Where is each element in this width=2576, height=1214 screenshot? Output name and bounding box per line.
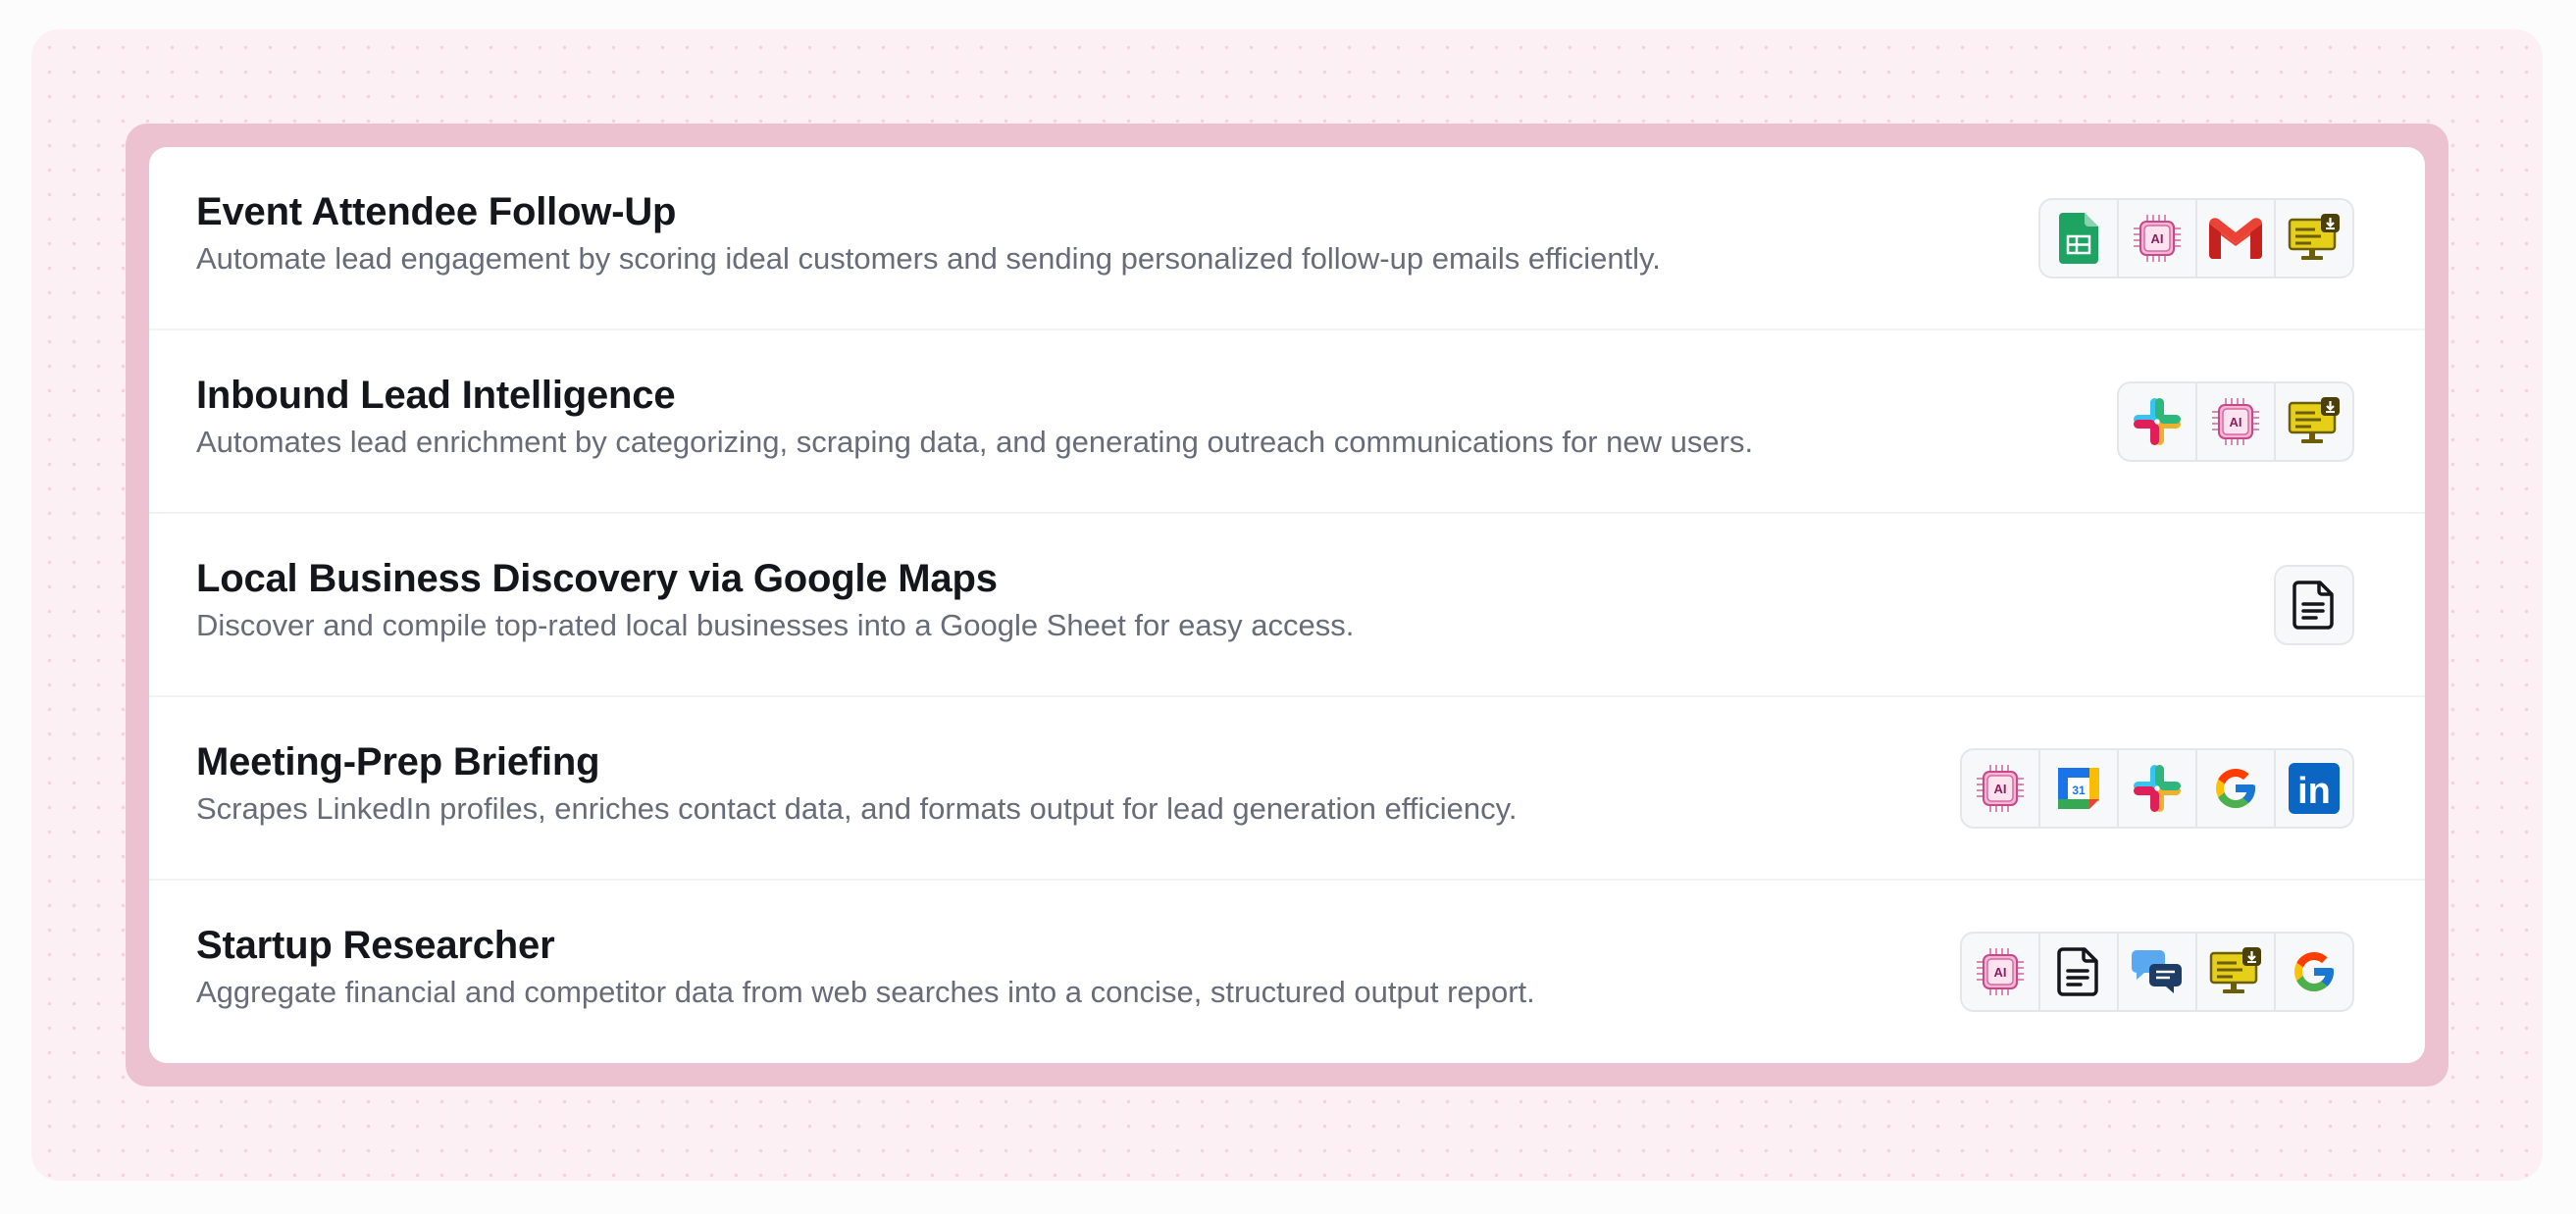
ai-chip-icon: AI <box>1962 934 2040 1010</box>
document-icon <box>2276 567 2352 643</box>
workflow-description: Discover and compile top-rated local bus… <box>196 608 1355 642</box>
integration-icons <box>2274 564 2354 645</box>
workflow-list: Event Attendee Follow-Up Automate lead e… <box>149 147 2425 1063</box>
integration-icons: AI <box>2038 197 2354 278</box>
monitor-download-icon <box>2276 200 2352 277</box>
linkedin-icon: in <box>2276 750 2352 827</box>
ai-chip-icon: AI <box>2197 382 2276 460</box>
monitor-download-icon <box>2197 934 2276 1010</box>
google-sheets-icon <box>2040 199 2119 277</box>
svg-text:in: in <box>2297 771 2331 812</box>
slack-icon <box>2119 382 2197 460</box>
integration-icons: AI <box>2117 380 2354 462</box>
workflow-description: Automate lead engagement by scoring idea… <box>196 241 1661 276</box>
svg-text:31: 31 <box>2072 784 2086 797</box>
chat-bubbles-icon <box>2119 934 2197 1010</box>
google-icon <box>2276 934 2352 1010</box>
svg-text:AI: AI <box>2151 231 2164 246</box>
gmail-icon <box>2197 199 2276 277</box>
workflow-row[interactable]: Startup Researcher Aggregate financial a… <box>149 881 2425 1063</box>
document-icon <box>2040 934 2119 1010</box>
workflow-title: Inbound Lead Intelligence <box>196 374 676 417</box>
integration-icons: AI 31 in <box>1960 747 2354 829</box>
svg-text:AI: AI <box>1994 782 2007 796</box>
integration-icons: AI <box>1960 932 2354 1012</box>
slack-icon <box>2119 749 2197 827</box>
svg-text:AI: AI <box>2230 415 2242 430</box>
google-icon <box>2197 749 2276 827</box>
workflow-row[interactable]: Meeting-Prep Briefing Scrapes LinkedIn p… <box>149 697 2425 881</box>
workflow-description: Aggregate financial and competitor data … <box>196 975 1535 1009</box>
workflow-description: Automates lead enrichment by categorizin… <box>196 425 1754 459</box>
workflow-row[interactable]: Local Business Discovery via Google Maps… <box>149 514 2425 697</box>
google-calendar-icon: 31 <box>2040 749 2119 827</box>
workflow-row[interactable]: Inbound Lead Intelligence Automates lead… <box>149 330 2425 514</box>
workflow-title: Event Attendee Follow-Up <box>196 190 677 233</box>
workflow-row[interactable]: Event Attendee Follow-Up Automate lead e… <box>149 147 2425 330</box>
workflow-title: Meeting-Prep Briefing <box>196 740 600 784</box>
svg-text:AI: AI <box>1994 965 2007 980</box>
monitor-download-icon <box>2276 383 2352 460</box>
ai-chip-icon: AI <box>2119 199 2197 277</box>
workflow-title: Local Business Discovery via Google Maps <box>196 557 998 600</box>
workflow-title: Startup Researcher <box>196 924 555 967</box>
ai-chip-icon: AI <box>1962 749 2040 827</box>
workflow-description: Scrapes LinkedIn profiles, enriches cont… <box>196 791 1518 826</box>
